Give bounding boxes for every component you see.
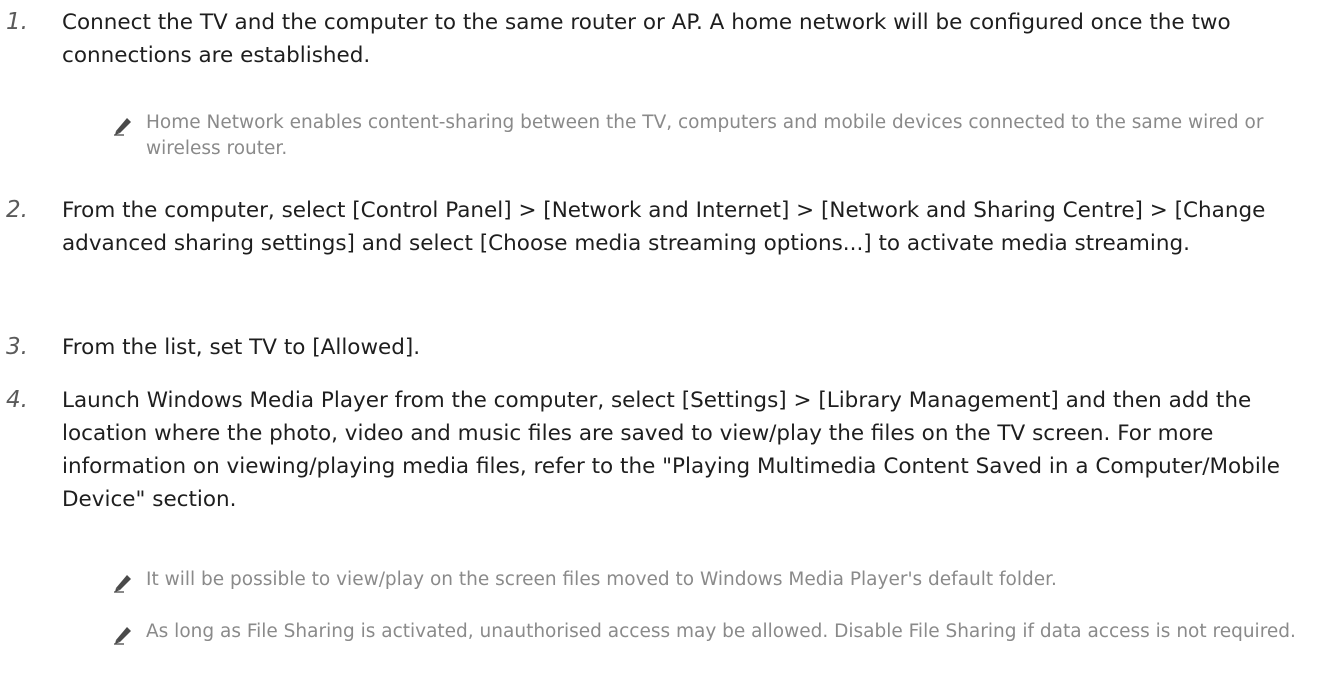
step-number: 1. (6, 9, 28, 35)
step-number: 4. (6, 387, 28, 413)
step-text: Launch Windows Media Player from the com… (62, 388, 1281, 512)
step-text: From the list, set TV to [Allowed]. (62, 335, 421, 360)
pencil-icon (114, 627, 131, 645)
note-text: It will be possible to view/play on the … (146, 569, 1057, 590)
pencil-icon (114, 118, 131, 136)
note-text: Home Network enables content-sharing bet… (146, 112, 1264, 159)
note-text: As long as File Sharing is activated, un… (146, 621, 1296, 642)
step-text: Connect the TV and the computer to the s… (62, 10, 1231, 68)
pencil-icon (114, 575, 131, 593)
step-text: From the computer, select [Control Panel… (62, 198, 1266, 256)
step-number: 3. (6, 334, 28, 360)
instructions-page: 1. Connect the TV and the computer to th… (0, 0, 1340, 684)
step-number: 2. (6, 197, 28, 223)
